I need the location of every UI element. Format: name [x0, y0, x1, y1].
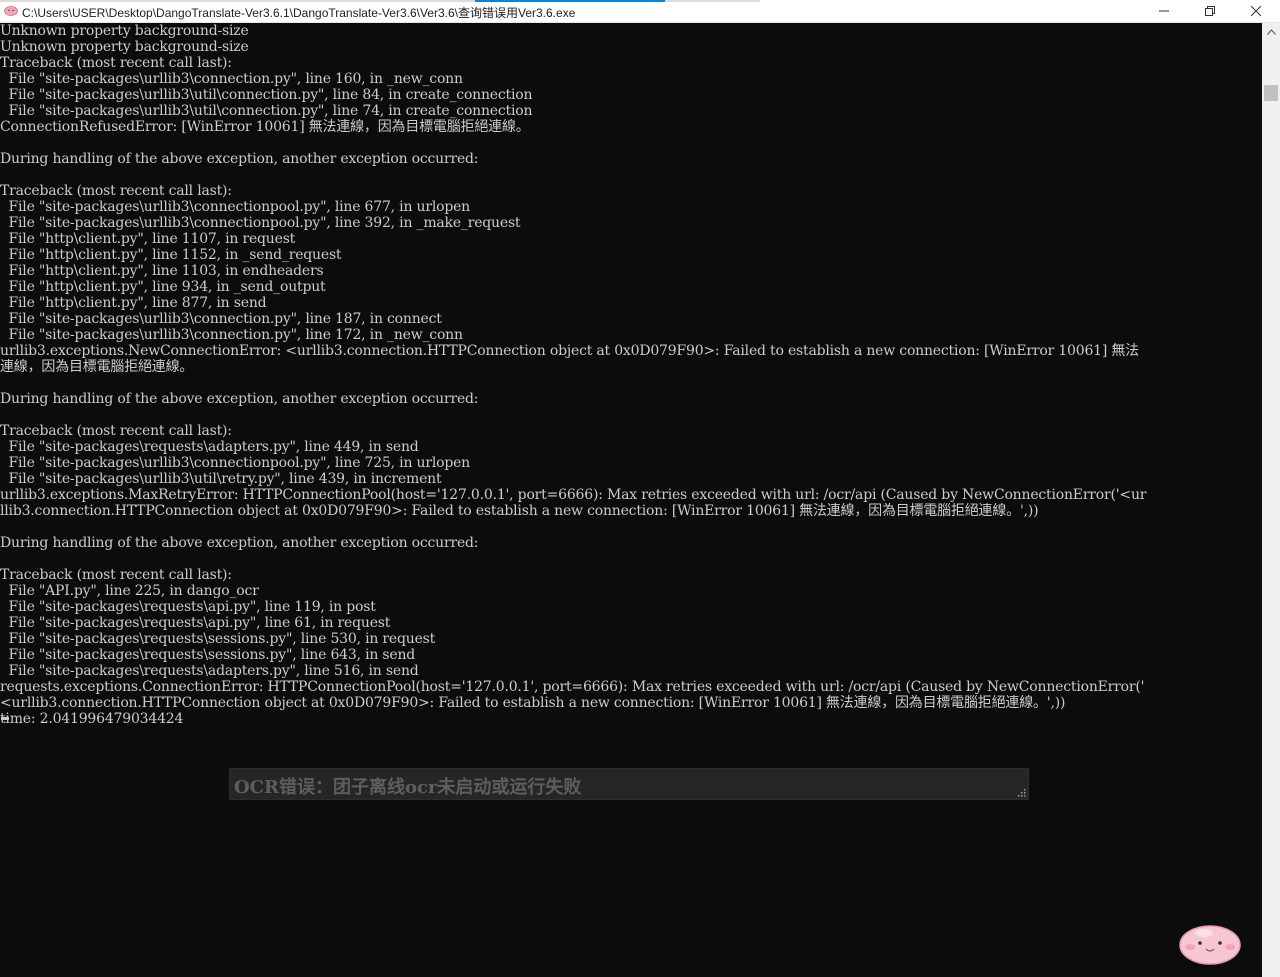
console-line: File "site-packages\requests\sessions.py…	[0, 647, 416, 663]
console-line: Traceback (most recent call last):	[0, 55, 232, 71]
console-line: urllib3.exceptions.MaxRetryError: HTTPCo…	[0, 487, 1147, 503]
console-line: Unknown property background-size	[0, 39, 249, 55]
title-bar[interactable]: C:\Users\USER\Desktop\DangoTranslate-Ver…	[0, 0, 1280, 23]
console-line: File "http\client.py", line 934, in _sen…	[0, 279, 326, 295]
console-line: File "http\client.py", line 1103, in end…	[0, 263, 324, 279]
console-line: urllib3.exceptions.NewConnectionError: <…	[0, 343, 1139, 359]
console-line: 連線，因為目標電腦拒絕連線。	[0, 359, 194, 375]
console-line: During handling of the above exception, …	[0, 391, 479, 407]
console-line: During handling of the above exception, …	[0, 151, 479, 167]
scrollbar-thumb[interactable]	[1264, 85, 1278, 101]
console-line: requests.exceptions.ConnectionError: HTT…	[0, 679, 1145, 695]
console-line: File "site-packages\urllib3\connection.p…	[0, 71, 464, 87]
console-line: Traceback (most recent call last):	[0, 567, 232, 583]
close-icon	[1251, 6, 1261, 16]
console-line: llib3.connection.HTTPConnection object a…	[0, 503, 1039, 519]
vertical-scrollbar[interactable]	[1262, 23, 1280, 977]
console-line: ConnectionRefusedError: [WinError 10061]…	[0, 119, 530, 135]
console-line: File "site-packages\requests\adapters.py…	[0, 663, 419, 679]
console-line: File "site-packages\urllib3\util\connect…	[0, 103, 533, 119]
title-progress-indicator	[0, 0, 760, 2]
console-line: File "site-packages\requests\api.py", li…	[0, 599, 376, 615]
console-line: During handling of the above exception, …	[0, 535, 479, 551]
dango-mascot-icon[interactable]	[1178, 921, 1242, 966]
console-line: Traceback (most recent call last):	[0, 183, 232, 199]
scroll-up-button[interactable]	[1262, 23, 1280, 41]
console-output[interactable]: Unknown property background-size Unknown …	[0, 23, 1262, 977]
console-line: File "site-packages\urllib3\connection.p…	[0, 311, 442, 327]
resize-grip-icon[interactable]	[1017, 788, 1026, 797]
console-line: File "site-packages\urllib3\util\retry.p…	[0, 471, 442, 487]
minimize-icon	[1159, 10, 1169, 12]
console-line: File "http\client.py", line 1152, in _se…	[0, 247, 342, 263]
console-line: File "site-packages\urllib3\connectionpo…	[0, 455, 471, 471]
ocr-error-message: OCR错误：团子离线ocr未启动或运行失败	[234, 777, 582, 798]
ocr-result-overlay[interactable]: OCR错误：团子离线ocr未启动或运行失败	[229, 768, 1029, 800]
close-button[interactable]	[1233, 0, 1279, 22]
console-line: File "site-packages\requests\sessions.py…	[0, 631, 436, 647]
console-line: Traceback (most recent call last):	[0, 423, 232, 439]
console-line: File "http\client.py", line 1107, in req…	[0, 231, 296, 247]
console-line: File "site-packages\requests\api.py", li…	[0, 615, 391, 631]
console-line: File "site-packages\urllib3\connectionpo…	[0, 215, 521, 231]
console-line: File "site-packages\urllib3\connectionpo…	[0, 199, 471, 215]
console-line: File "site-packages\requests\adapters.py…	[0, 439, 419, 455]
console-line: File "site-packages\urllib3\util\connect…	[0, 87, 533, 103]
minimize-button[interactable]	[1141, 0, 1187, 22]
console-line: File "site-packages\urllib3\connection.p…	[0, 327, 464, 343]
restore-icon	[1205, 6, 1215, 16]
chevron-up-icon	[1266, 29, 1276, 35]
dango-app-icon	[4, 6, 18, 16]
console-line: <urllib3.connection.HTTPConnection objec…	[0, 695, 1066, 711]
console-line: File "API.py", line 225, in dango_ocr	[0, 583, 259, 599]
text-cursor	[1, 717, 9, 720]
restore-button[interactable]	[1187, 0, 1233, 22]
console-line: File "http\client.py", line 877, in send	[0, 295, 267, 311]
console-line: time: 2.041996479034424	[0, 711, 184, 727]
console-line: Unknown property background-size	[0, 23, 249, 39]
window-title: C:\Users\USER\Desktop\DangoTranslate-Ver…	[22, 6, 576, 20]
